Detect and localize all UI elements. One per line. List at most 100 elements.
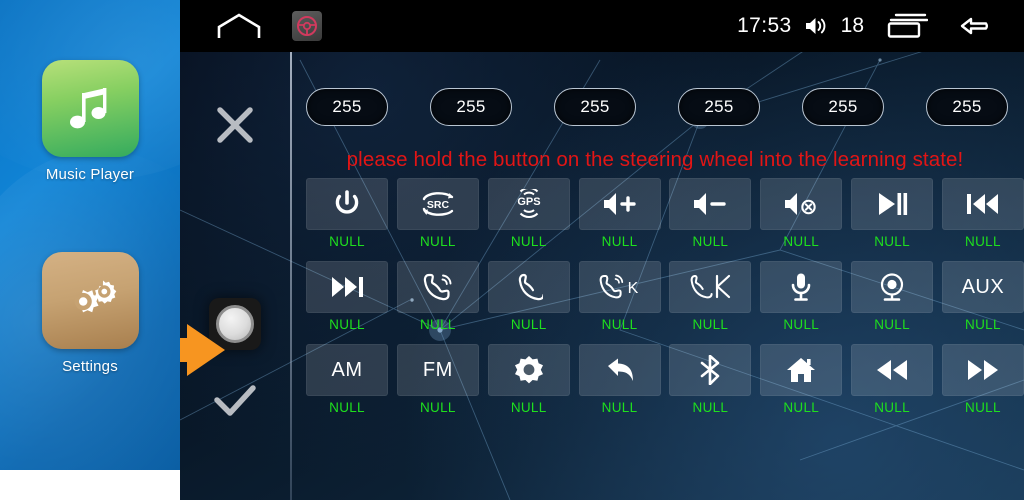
function-label: NULL (329, 234, 365, 249)
check-icon (211, 380, 259, 422)
value-pill[interactable]: 255 (554, 88, 636, 126)
function-cell-back[interactable]: NULL (578, 344, 661, 415)
value-pill[interactable]: 255 (802, 88, 884, 126)
phone-answer-k-icon[interactable]: K (578, 261, 661, 313)
function-cell-play-pause[interactable]: NULL (851, 178, 934, 249)
am-label: AM (331, 358, 363, 381)
function-label: NULL (419, 234, 456, 249)
phone-reject-icon[interactable] (669, 261, 752, 313)
clock: 17:53 (737, 14, 792, 37)
function-cell-previous-track[interactable]: NULL (941, 178, 1024, 249)
rewind-icon[interactable] (851, 344, 934, 396)
function-cell-gps[interactable]: GPS NULL (487, 178, 570, 249)
home-button-icon[interactable] (760, 344, 843, 396)
function-cell-phone-reject[interactable]: NULL (669, 261, 752, 332)
function-cell-volume-down[interactable]: NULL (669, 178, 752, 249)
home-icon[interactable] (216, 12, 262, 40)
function-cell-rewind[interactable]: NULL (851, 344, 934, 415)
x-icon (214, 104, 256, 146)
function-cell-phone-answer-k[interactable]: K NULL (578, 261, 661, 332)
function-label: NULL (601, 317, 638, 332)
gps-icon[interactable]: GPS (487, 178, 570, 230)
confirm-button[interactable] (180, 380, 290, 422)
gears-icon (41, 252, 139, 349)
power-icon[interactable] (306, 178, 388, 230)
function-label: NULL (965, 317, 1001, 332)
function-cell-next-track[interactable]: NULL (306, 261, 388, 332)
phone-answer-icon[interactable] (396, 261, 479, 313)
function-cell-phone-hangup[interactable]: NULL (487, 261, 570, 332)
app-tile-settings[interactable]: Settings (0, 252, 180, 375)
am-icon[interactable]: AM (306, 344, 388, 396)
fm-icon[interactable]: FM (396, 344, 479, 396)
app-tile-music-player[interactable]: Music Player (0, 60, 180, 183)
function-cell-power[interactable]: NULL (306, 178, 388, 249)
function-cell-volume-up[interactable]: NULL (578, 178, 661, 249)
mute-icon[interactable] (760, 178, 843, 230)
next-track-icon[interactable] (306, 261, 388, 313)
camera-icon[interactable] (851, 261, 934, 313)
volume-down-icon[interactable] (669, 178, 752, 230)
function-cell-camera[interactable]: NULL (851, 261, 934, 332)
launcher-sidebar: Music Player Settings (0, 0, 180, 470)
settings-gear-icon[interactable] (487, 344, 570, 396)
function-grid: NULL SRC NULL GPS NULL NULL NULL NULL NU… (306, 178, 1024, 427)
previous-track-icon[interactable] (941, 178, 1024, 230)
recent-apps-icon[interactable] (886, 12, 928, 40)
music-note-icon (41, 60, 139, 157)
app-label: Settings (62, 358, 118, 375)
function-cell-fm[interactable]: FM NULL (396, 344, 479, 415)
function-cell-phone-answer[interactable]: NULL (396, 261, 479, 332)
back-arrow-icon[interactable] (958, 12, 1000, 40)
function-label: NULL (692, 234, 729, 249)
fast-forward-icon[interactable] (941, 344, 1024, 396)
aux-icon[interactable]: AUX (941, 261, 1024, 313)
bluetooth-icon[interactable] (669, 344, 752, 396)
microphone-icon[interactable] (760, 261, 843, 313)
volume-value: 18 (840, 14, 864, 37)
function-cell-fast-forward[interactable]: NULL (941, 344, 1024, 415)
function-cell-bluetooth[interactable]: NULL (669, 344, 752, 415)
function-label: NULL (783, 234, 820, 249)
phone-hangup-icon[interactable] (487, 261, 570, 313)
volume-up-icon[interactable] (578, 178, 661, 230)
orange-arrow-icon (180, 322, 227, 378)
volume-icon[interactable] (804, 15, 829, 37)
function-label: NULL (601, 400, 638, 415)
value-pill[interactable]: 255 (430, 88, 512, 126)
value-pill[interactable]: 255 (306, 88, 388, 126)
fm-label: FM (422, 358, 453, 381)
function-label: NULL (601, 234, 638, 249)
function-label: NULL (329, 400, 365, 415)
function-label: NULL (874, 317, 910, 332)
grid-row: NULL NULL NULL K NULL NULL NULL NULL AUX… (306, 261, 1024, 332)
value-pill-row: 255 255 255 255 255 255 (290, 88, 1024, 126)
main-panel: 17:53 18 255 255 255 255 255 255 please … (180, 0, 1024, 500)
control-rail (180, 52, 290, 500)
function-cell-settings[interactable]: NULL (487, 344, 570, 415)
function-label: NULL (510, 317, 547, 332)
value-pill[interactable]: 255 (926, 88, 1008, 126)
function-cell-mute[interactable]: NULL (760, 178, 843, 249)
warning-message: please hold the button on the steering w… (346, 148, 964, 171)
cancel-button[interactable] (180, 104, 290, 146)
value-pill[interactable]: 255 (678, 88, 760, 126)
play-pause-icon[interactable] (851, 178, 934, 230)
app-label: Music Player (45, 166, 135, 183)
function-cell-microphone[interactable]: NULL (760, 261, 843, 332)
src-icon[interactable]: SRC (396, 178, 479, 230)
function-label: NULL (510, 234, 547, 249)
grid-row: AM NULL FM NULL NULL NULL NULL NULL NULL… (306, 344, 1024, 415)
aux-label: AUX (961, 275, 1005, 298)
svg-text:SRC: SRC (427, 199, 450, 211)
function-cell-aux[interactable]: AUX NULL (941, 261, 1024, 332)
function-label: NULL (783, 400, 820, 415)
back-icon[interactable] (578, 344, 661, 396)
function-label: NULL (874, 234, 910, 249)
function-cell-am[interactable]: AM NULL (306, 344, 388, 415)
steering-wheel-icon[interactable] (292, 11, 322, 41)
svg-text:K: K (627, 280, 638, 297)
function-cell-home[interactable]: NULL (760, 344, 843, 415)
function-label: NULL (874, 400, 910, 415)
function-cell-src[interactable]: SRC NULL (396, 178, 479, 249)
